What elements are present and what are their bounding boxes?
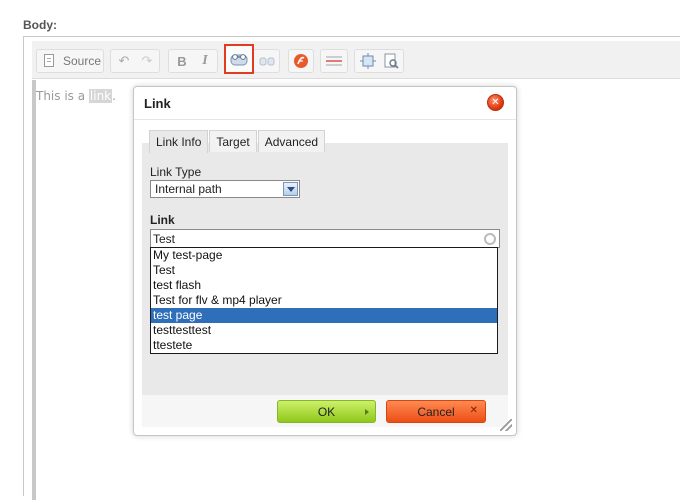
chevron-down-icon [283, 182, 298, 196]
dialog-title: Link [144, 96, 171, 111]
link-input[interactable]: Test [150, 229, 500, 248]
tab-target[interactable]: Target [209, 130, 257, 152]
ok-label: OK [317, 404, 336, 419]
italic-icon: I [202, 53, 208, 68]
redo-icon: ↷ [141, 53, 153, 69]
resize-handle-icon[interactable] [500, 419, 512, 431]
link-type-select[interactable]: Internal path [150, 180, 300, 198]
horizontal-rule-inner [323, 50, 345, 72]
source-button[interactable]: Source [36, 49, 104, 73]
editor-toolbar: Source ↶ ↷ B I [32, 41, 680, 79]
ok-button[interactable]: OK [277, 400, 376, 423]
tab-advanced[interactable]: Advanced [257, 130, 326, 152]
content-selected-text: link [88, 89, 113, 103]
maximize-button[interactable] [357, 50, 379, 72]
link-input-value: Test [153, 232, 176, 246]
close-x-icon: ✕ [469, 405, 478, 416]
editor-left-border [32, 80, 36, 500]
horizontal-rule-button[interactable] [320, 49, 348, 73]
unlink-icon [259, 57, 275, 66]
autocomplete-item[interactable]: ttestete [151, 338, 497, 353]
link-label: Link [150, 213, 175, 227]
italic-button[interactable]: I [194, 50, 216, 72]
autocomplete-list: My test-page Test test flash Test for fl… [150, 247, 498, 354]
cancel-button[interactable]: Cancel ✕ [386, 400, 486, 423]
redo-button[interactable]: ↷ [136, 50, 158, 72]
tab-link-info[interactable]: Link Info [149, 130, 209, 153]
arrow-right-icon [365, 409, 369, 415]
dialog-tabs: Link Info Target Advanced [149, 130, 326, 153]
content-text-after: . [112, 89, 116, 103]
bold-button[interactable]: B [171, 50, 193, 72]
source-icon [44, 54, 54, 67]
undo-redo-group: ↶ ↷ [110, 49, 160, 73]
flash-icon [294, 54, 308, 68]
close-icon[interactable]: ✕ [487, 94, 504, 111]
maximize-icon [360, 53, 376, 69]
autocomplete-item-selected[interactable]: test page [151, 308, 497, 323]
autocomplete-item[interactable]: Test [151, 263, 497, 278]
preview-button[interactable] [380, 50, 402, 72]
flash-button[interactable] [288, 49, 314, 73]
content-text-before: This is a [36, 89, 89, 103]
link-button[interactable] [224, 44, 254, 74]
undo-button[interactable]: ↶ [113, 50, 135, 72]
autocomplete-item[interactable]: testtesttest [151, 323, 497, 338]
undo-icon: ↶ [118, 53, 130, 69]
editor-content[interactable]: This is a link. [36, 89, 116, 103]
link-type-label: Link Type [150, 165, 202, 179]
unlink-button[interactable] [256, 50, 278, 72]
format-group: B I [168, 49, 218, 73]
link-icon [230, 54, 248, 66]
cancel-label: Cancel [417, 404, 455, 419]
bold-icon: B [177, 53, 187, 69]
preview-icon [384, 53, 399, 69]
autocomplete-item[interactable]: Test for flv & mp4 player [151, 293, 497, 308]
horizontal-rule-icon [326, 56, 342, 66]
field-label: Body: [23, 18, 57, 32]
loading-icon [484, 233, 496, 245]
flash-button-inner [290, 50, 312, 72]
source-label: Source [63, 54, 102, 68]
link-dialog: Link ✕ Link Info Target Advanced Link Ty… [133, 86, 517, 436]
view-group [354, 49, 404, 73]
autocomplete-item[interactable]: test flash [151, 278, 497, 293]
autocomplete-item[interactable]: My test-page [151, 248, 497, 263]
link-type-value: Internal path [155, 182, 222, 196]
dialog-divider [134, 119, 516, 120]
